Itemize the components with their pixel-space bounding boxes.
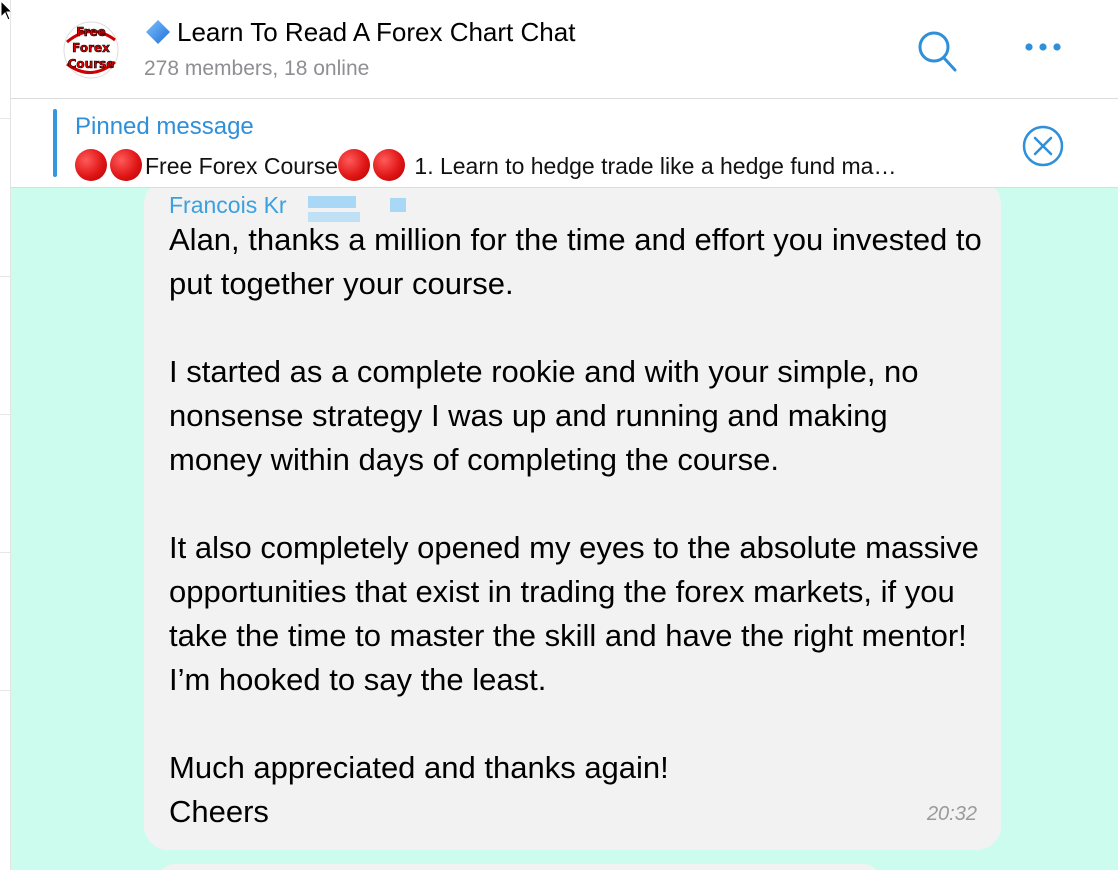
message-timestamp: 20:32 [926,803,977,825]
red-circle-icon [338,149,371,181]
message-list[interactable]: Francois Kr Alan, thanks a million for t… [11,188,1118,870]
svg-text:Course: Course [68,57,115,71]
close-circle-icon[interactable] [1021,124,1065,168]
message-paragraph: Alan, thanks a million for the time and … [169,222,982,301]
pinned-accent-bar [53,109,57,177]
red-circle-icon [110,149,142,181]
redaction-mark [390,198,406,212]
message-text: Alan, thanks a million for the time and … [169,218,989,834]
chat-title-text: Learn To Read A Forex Chart Chat [177,17,576,47]
chat-title[interactable]: Learn To Read A Forex Chart Chat [145,17,575,48]
sidebar-edge [0,0,11,870]
pinned-preview: Free Forex Course 1. Learn to hedge trad… [75,149,1025,181]
pinned-label: Pinned message [75,113,254,140]
message-bubble[interactable]: Francois Kr Alan, thanks a million for t… [144,188,1001,850]
search-icon[interactable] [917,30,957,72]
svg-text:Free: Free [76,25,106,39]
redaction-mark [308,196,356,208]
pinned-preview-text: 1. Learn to hedge trade like a hedge fun… [408,153,897,179]
blue-diamond-icon [146,20,170,44]
red-circle-icon [75,149,107,181]
member-count: 278 members, 18 online [144,57,370,80]
next-message-bubble[interactable] [159,864,879,870]
sender-name[interactable]: Francois Kr [169,192,287,219]
chat-header: Free Forex Course Learn To Read A Forex … [11,0,1118,99]
message-paragraph: It also completely opened my eyes to the… [169,530,979,697]
chat-window: Free Forex Course Learn To Read A Forex … [0,0,1118,870]
chat-avatar[interactable]: Free Forex Course [63,12,119,82]
message-paragraph: I started as a complete rookie and with … [169,354,919,477]
free-forex-course-logo: Free Forex Course [63,21,119,79]
message-closing: Cheers [169,794,269,829]
red-circle-icon [373,149,406,181]
message-paragraph: Much appreciated and thanks again! [169,750,669,785]
more-icon[interactable] [1023,40,1063,54]
pinned-message-bar[interactable]: Pinned message Free Forex Course 1. Lear… [11,99,1118,188]
pinned-course-text: Free Forex Course [145,153,339,179]
svg-text:Forex: Forex [72,41,110,55]
